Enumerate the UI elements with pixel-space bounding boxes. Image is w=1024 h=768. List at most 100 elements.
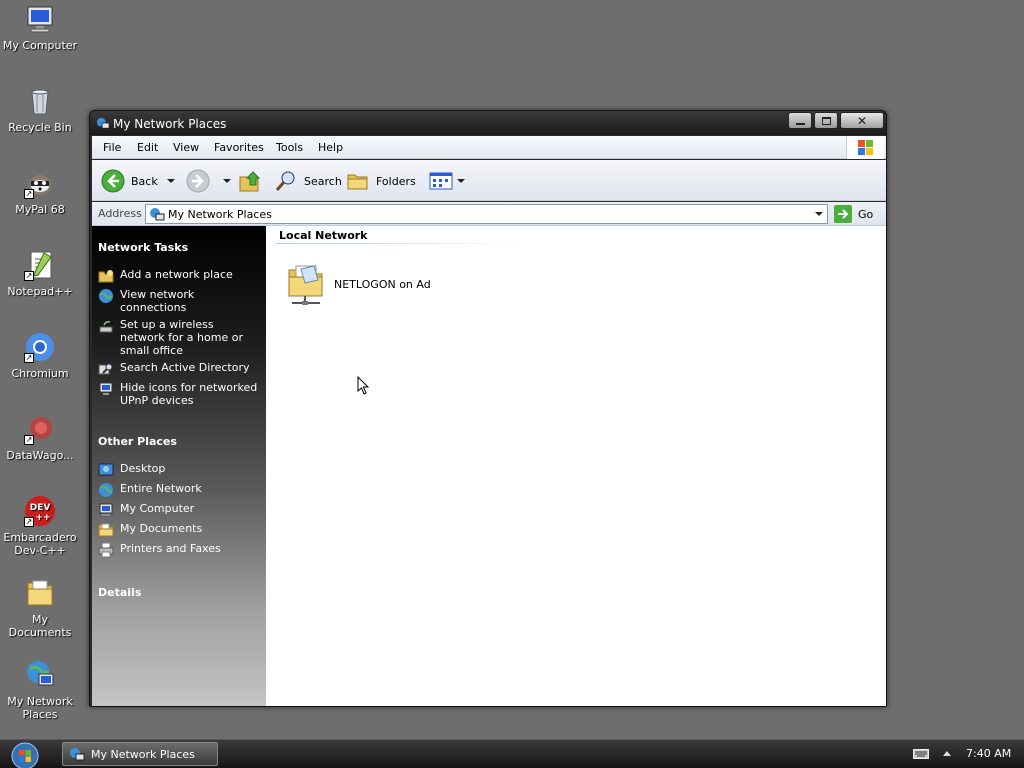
desktop-icon-label: Embarcadero Dev-C++ (3, 531, 77, 557)
menu-file[interactable]: File (103, 141, 121, 154)
recycle-bin-icon (24, 85, 56, 117)
folder-icon (24, 577, 56, 609)
task-add-network-place[interactable]: Add a network place (98, 268, 260, 284)
close-icon: ✕ (856, 113, 868, 128)
up-folder-button[interactable] (238, 168, 262, 194)
desktop-icon-label: My Computer (2, 39, 78, 52)
windows-logo (846, 136, 884, 159)
desktop-icon-datawagon[interactable]: ↗ DataWago... (0, 413, 80, 462)
desktop-icon-chromium[interactable]: ↗ Chromium (0, 331, 80, 380)
desktop-icon-label: Notepad++ (7, 285, 73, 298)
desktop-icon-my-documents[interactable]: My Documents (0, 577, 80, 639)
task-view-network-connections[interactable]: View network connections (98, 288, 260, 314)
network-places-icon (96, 117, 110, 129)
menu-tools[interactable]: Tools (276, 141, 303, 154)
menu-view[interactable]: View (173, 141, 199, 154)
back-arrow-icon (101, 169, 125, 193)
chevron-down-icon (814, 212, 823, 216)
place-my-documents[interactable]: My Documents (98, 522, 260, 538)
task-hide-upnp-icons[interactable]: Hide icons for networked UPnP devices (98, 381, 260, 407)
shortcut-arrow-icon: ↗ (24, 517, 34, 527)
desktop-icon-my-network-places[interactable]: My Network Places (0, 659, 80, 721)
clock[interactable]: 7:40 AM (966, 747, 1011, 760)
title-bar[interactable]: My Network Places ✕ (90, 111, 886, 135)
network-connections-icon (98, 288, 114, 304)
taskbar-item-label: My Network Places (91, 747, 195, 761)
forward-dropdown[interactable] (223, 168, 231, 194)
network-places-icon (150, 208, 165, 221)
mypal-icon: ↗ (24, 167, 56, 199)
task-setup-wireless[interactable]: Set up a wireless network for a home or … (98, 318, 260, 357)
desktop-icon-label: Chromium (11, 367, 69, 380)
forward-button[interactable] (186, 168, 210, 194)
menu-edit[interactable]: Edit (137, 141, 158, 154)
network-places-icon (24, 659, 56, 691)
go-button[interactable]: Go (834, 204, 873, 224)
other-places-heading[interactable]: Other Places (98, 435, 177, 448)
computer-icon (98, 502, 114, 518)
network-share-item[interactable]: NETLOGON on Ad (286, 260, 431, 308)
folders-button[interactable]: Folders (346, 168, 416, 194)
taskbar-item-my-network-places[interactable]: My Network Places (62, 742, 218, 766)
toolbar: Back Search Folders (92, 160, 886, 201)
address-field[interactable]: My Network Places (145, 204, 828, 224)
folders-icon (347, 174, 368, 190)
menu-help[interactable]: Help (318, 141, 343, 154)
chevron-down-icon (223, 179, 231, 183)
task-search-active-directory[interactable]: Search Active Directory (98, 361, 260, 377)
views-button[interactable] (429, 168, 465, 194)
maximize-button[interactable] (814, 112, 838, 129)
network-share-icon (288, 265, 323, 305)
desktop-icon-label: Recycle Bin (8, 121, 72, 134)
back-button[interactable]: Back (101, 168, 158, 194)
place-desktop[interactable]: Desktop (98, 462, 260, 478)
explorer-window: My Network Places ✕ File Edit View Favor… (89, 110, 887, 707)
folders-label: Folders (376, 174, 416, 188)
wireless-icon (98, 318, 114, 334)
group-divider (276, 243, 526, 244)
place-label: My Computer (120, 502, 195, 515)
file-view[interactable]: Local Network NETLOGON on Ad (266, 226, 886, 706)
details-heading[interactable]: Details (98, 586, 141, 599)
forward-arrow-icon (186, 169, 210, 193)
back-dropdown[interactable] (167, 168, 175, 194)
start-button[interactable] (8, 741, 42, 768)
chromium-icon: ↗ (24, 331, 56, 363)
svg-text:DEV: DEV (30, 503, 51, 513)
desktop-icon-mypal[interactable]: ↗ MyPal 68 (0, 167, 80, 216)
menu-favorites[interactable]: Favorites (214, 141, 264, 154)
go-arrow-icon (834, 205, 852, 223)
chevron-down-icon (167, 179, 175, 183)
desktop-icon-recycle-bin[interactable]: Recycle Bin (0, 85, 80, 134)
desktop-icon-label: My Documents (8, 613, 72, 639)
address-label: Address (98, 207, 142, 220)
place-my-computer[interactable]: My Computer (98, 502, 260, 518)
place-entire-network[interactable]: Entire Network (98, 482, 260, 498)
place-label: Printers and Faxes (120, 542, 221, 555)
task-pane: Network Tasks Add a network place View n… (92, 226, 266, 706)
desktop-icon-label: My Network Places (7, 695, 73, 721)
notepadpp-icon: ↗ (24, 249, 56, 281)
search-button[interactable]: Search (274, 168, 342, 194)
window-title: My Network Places (113, 117, 227, 131)
task-label: Add a network place (120, 268, 233, 281)
network-tasks-heading[interactable]: Network Tasks (98, 241, 188, 254)
address-dropdown[interactable] (810, 205, 827, 223)
globe-icon (98, 482, 114, 498)
place-printers-and-faxes[interactable]: Printers and Faxes (98, 542, 260, 558)
place-label: Desktop (120, 462, 166, 475)
minimize-button[interactable] (788, 112, 812, 129)
up-folder-icon (239, 171, 261, 192)
place-label: My Documents (120, 522, 203, 535)
keyboard-icon[interactable] (913, 749, 929, 759)
datawagon-icon: ↗ (24, 413, 56, 445)
window-controls: ✕ (788, 112, 884, 129)
desktop-icon-devcpp[interactable]: DEV ++ ↗ Embarcadero Dev-C++ (0, 495, 80, 557)
desktop-icon-notepadpp[interactable]: ↗ Notepad++ (0, 249, 80, 298)
share-label: NETLOGON on Ad (334, 277, 431, 291)
show-hidden-icons-icon[interactable] (943, 751, 951, 756)
upnp-icon (98, 381, 114, 397)
desktop-icon-my-computer[interactable]: My Computer (0, 3, 80, 52)
close-button[interactable]: ✕ (840, 112, 884, 129)
address-bar: Address My Network Places Go (92, 202, 886, 226)
